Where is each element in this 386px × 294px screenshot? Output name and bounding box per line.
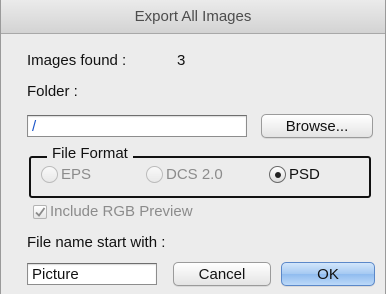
folder-input[interactable]: / xyxy=(27,115,247,137)
checkmark-icon xyxy=(35,206,46,217)
images-found-count: 3 xyxy=(177,52,186,69)
radio-psd-label: PSD xyxy=(289,166,320,183)
file-name-input[interactable]: Picture xyxy=(27,263,157,285)
dialog-title: Export All Images xyxy=(134,8,252,25)
rgb-preview-checkbox[interactable] xyxy=(33,204,47,219)
radio-dcs-label: DCS 2.0 xyxy=(166,166,223,183)
rgb-preview-checkbox-row[interactable]: Include RGB Preview xyxy=(33,203,193,220)
radio-button-eps[interactable] xyxy=(41,166,58,183)
radio-button-psd[interactable] xyxy=(269,166,286,183)
radio-eps[interactable]: EPS xyxy=(41,166,91,183)
radio-dcs[interactable]: DCS 2.0 xyxy=(146,166,223,183)
title-bar[interactable]: Export All Images xyxy=(1,0,385,34)
export-dialog: Export All Images Images found : 3 Folde… xyxy=(0,0,386,294)
folder-label: Folder : xyxy=(27,83,78,100)
ok-button[interactable]: OK xyxy=(281,262,375,286)
radio-selected-dot xyxy=(274,171,281,178)
file-name-label: File name start with : xyxy=(27,234,166,251)
radio-button-dcs[interactable] xyxy=(146,166,163,183)
rgb-preview-label: Include RGB Preview xyxy=(50,203,193,220)
radio-eps-label: EPS xyxy=(61,166,92,183)
radio-psd[interactable]: PSD xyxy=(269,166,320,183)
images-found-label: Images found : xyxy=(27,52,127,69)
file-format-legend: File Format xyxy=(47,145,133,162)
cancel-button[interactable]: Cancel xyxy=(173,262,271,286)
browse-button[interactable]: Browse... xyxy=(261,114,373,138)
